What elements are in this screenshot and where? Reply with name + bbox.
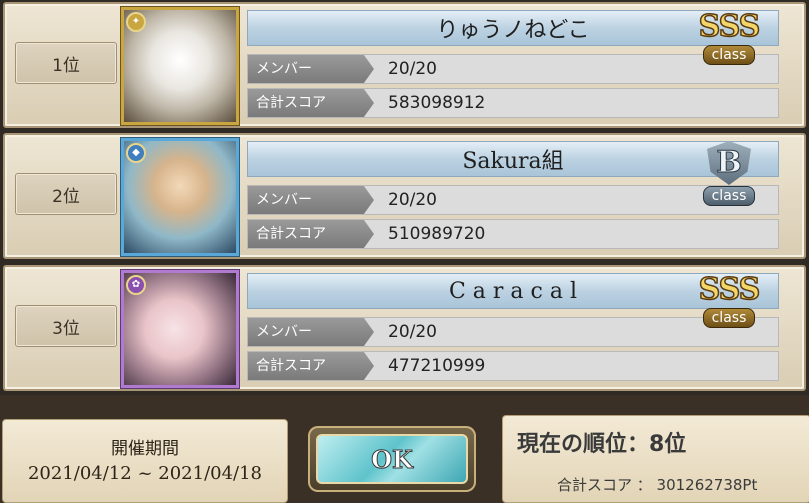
- current-rank-panel: 現在の順位：8位 合計スコア ： 301262738Pt: [502, 415, 809, 503]
- class-word: class: [702, 308, 756, 328]
- score-field: 合計スコア 510989720: [247, 219, 779, 249]
- class-word: class: [702, 186, 756, 206]
- class-grade: SSS: [698, 9, 761, 45]
- member-value: 20/20: [388, 59, 437, 79]
- class-word: class: [702, 45, 756, 65]
- event-period-panel: 開催期間 2021/04/12 ~ 2021/04/18: [2, 419, 288, 503]
- footer-panel: 開催期間 2021/04/12 ~ 2021/04/18 OK 現在の順位：8位…: [0, 395, 809, 503]
- score-value: 510989720: [388, 224, 486, 244]
- class-grade: B: [707, 141, 751, 185]
- score-label: 合計スコア: [248, 89, 374, 117]
- ranking-list: 1位 ✦ りゅうノねどこ メンバー 20/20 合計スコア 583098912 …: [0, 0, 809, 395]
- class-badge-icon: B class: [691, 141, 767, 206]
- rank-label: 1位: [15, 42, 117, 84]
- ranking-row[interactable]: 2位 ◆ Sakura組 メンバー 20/20 合計スコア 510989720 …: [3, 133, 806, 259]
- ranking-row[interactable]: 3位 ✿ C a r a c a l メンバー 20/20 合計スコア 4772…: [3, 265, 806, 391]
- element-badge-icon: ✿: [126, 275, 146, 295]
- ranking-row[interactable]: 1位 ✦ りゅうノねどこ メンバー 20/20 合計スコア 583098912 …: [3, 2, 806, 128]
- class-badge-icon: SSS class: [691, 272, 767, 333]
- score-label: 合計スコア: [248, 352, 374, 380]
- member-label: メンバー: [248, 318, 374, 346]
- score-field: 合計スコア 583098912: [247, 88, 779, 118]
- element-badge-icon: ✦: [126, 12, 146, 32]
- element-badge-icon: ◆: [126, 143, 146, 163]
- member-label: メンバー: [248, 186, 374, 214]
- blue-character-portrait-icon: ◆: [121, 138, 239, 256]
- current-rank: 現在の順位：8位: [517, 432, 687, 457]
- member-label: メンバー: [248, 55, 374, 83]
- score-value: 477210999: [388, 356, 486, 376]
- gold-character-portrait-icon: ✦: [121, 7, 239, 125]
- rank-label: 3位: [15, 305, 117, 347]
- ok-button-label: OK: [316, 434, 468, 484]
- ok-button[interactable]: OK: [308, 426, 476, 492]
- class-grade: SSS: [698, 272, 761, 308]
- period-title: 開催期間: [111, 439, 179, 459]
- score-value: 583098912: [388, 93, 486, 113]
- current-total-score: 合計スコア ： 301262738Pt: [557, 476, 758, 494]
- member-value: 20/20: [388, 190, 437, 210]
- score-field: 合計スコア 477210999: [247, 351, 779, 381]
- class-badge-icon: SSS class: [691, 9, 767, 70]
- period-dates: 2021/04/12 ~ 2021/04/18: [27, 463, 263, 484]
- purple-character-portrait-icon: ✿: [121, 270, 239, 388]
- member-value: 20/20: [388, 322, 437, 342]
- rank-label: 2位: [15, 173, 117, 215]
- score-label: 合計スコア: [248, 220, 374, 248]
